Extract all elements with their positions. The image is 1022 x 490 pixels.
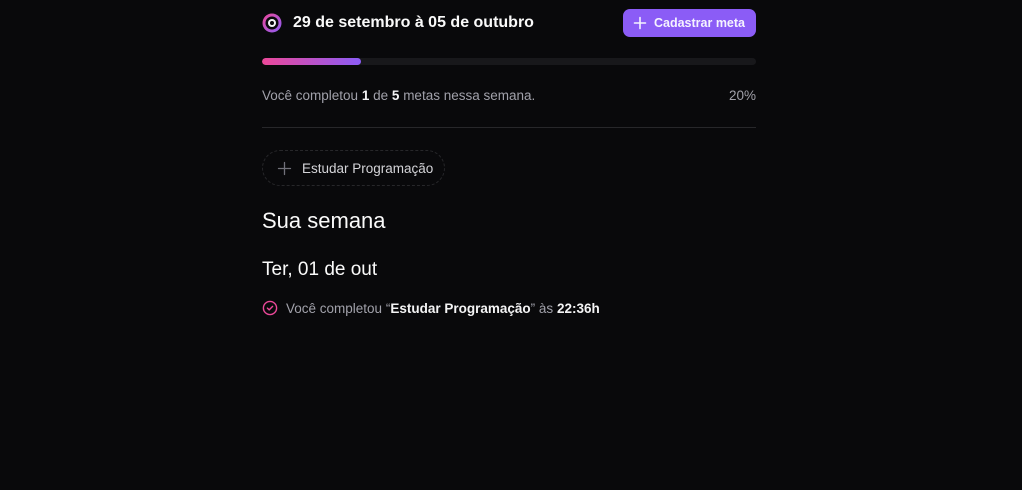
week-range-title: 29 de setembro à 05 de outubro [293, 14, 534, 31]
progress-middle: de [373, 88, 389, 103]
week-section-title: Sua semana [262, 208, 386, 233]
completion-connector: às [538, 300, 554, 316]
progress-text: Você completou 1 de 5 metas nessa semana… [262, 88, 535, 103]
add-goal-button[interactable]: Cadastrar meta [622, 9, 756, 37]
completed-count: 1 [361, 88, 370, 103]
week-header: 29 de setembro à 05 de outubro Cadastrar… [262, 9, 756, 37]
progress-percent: 20% [728, 88, 756, 103]
progress-summary: Você completou 1 de 5 metas nessa semana… [262, 88, 756, 103]
progress-bar-fill [262, 58, 361, 65]
plus-icon [633, 16, 647, 30]
completion-item: Você completou “Estudar Programação” às … [262, 300, 600, 316]
app-page: 29 de setembro à 05 de outubro Cadastrar… [0, 0, 1022, 490]
day-title: Ter, 01 de out [262, 259, 378, 280]
plus-icon [277, 161, 292, 175]
pending-goal-button[interactable]: Estudar Programação [262, 150, 446, 186]
progress-bar [262, 58, 756, 65]
progress-prefix: Você completou [262, 88, 359, 103]
progress-suffix: metas nessa semana. [403, 88, 536, 103]
completion-prefix: Você completou [286, 300, 383, 316]
target-logo-icon [262, 13, 282, 33]
header-left: 29 de setembro à 05 de outubro [262, 13, 534, 33]
divider [262, 127, 756, 128]
pending-goal-label: Estudar Programação [302, 160, 434, 176]
completion-text: Você completou “Estudar Programação” às … [286, 301, 600, 316]
add-goal-button-label: Cadastrar meta [653, 16, 745, 30]
total-count: 5 [391, 88, 400, 103]
close-quote: ” [530, 300, 536, 316]
completion-time: 22:36h [556, 300, 600, 316]
completion-goal-name: Estudar Programação [390, 300, 531, 316]
check-circle-icon [262, 300, 278, 316]
